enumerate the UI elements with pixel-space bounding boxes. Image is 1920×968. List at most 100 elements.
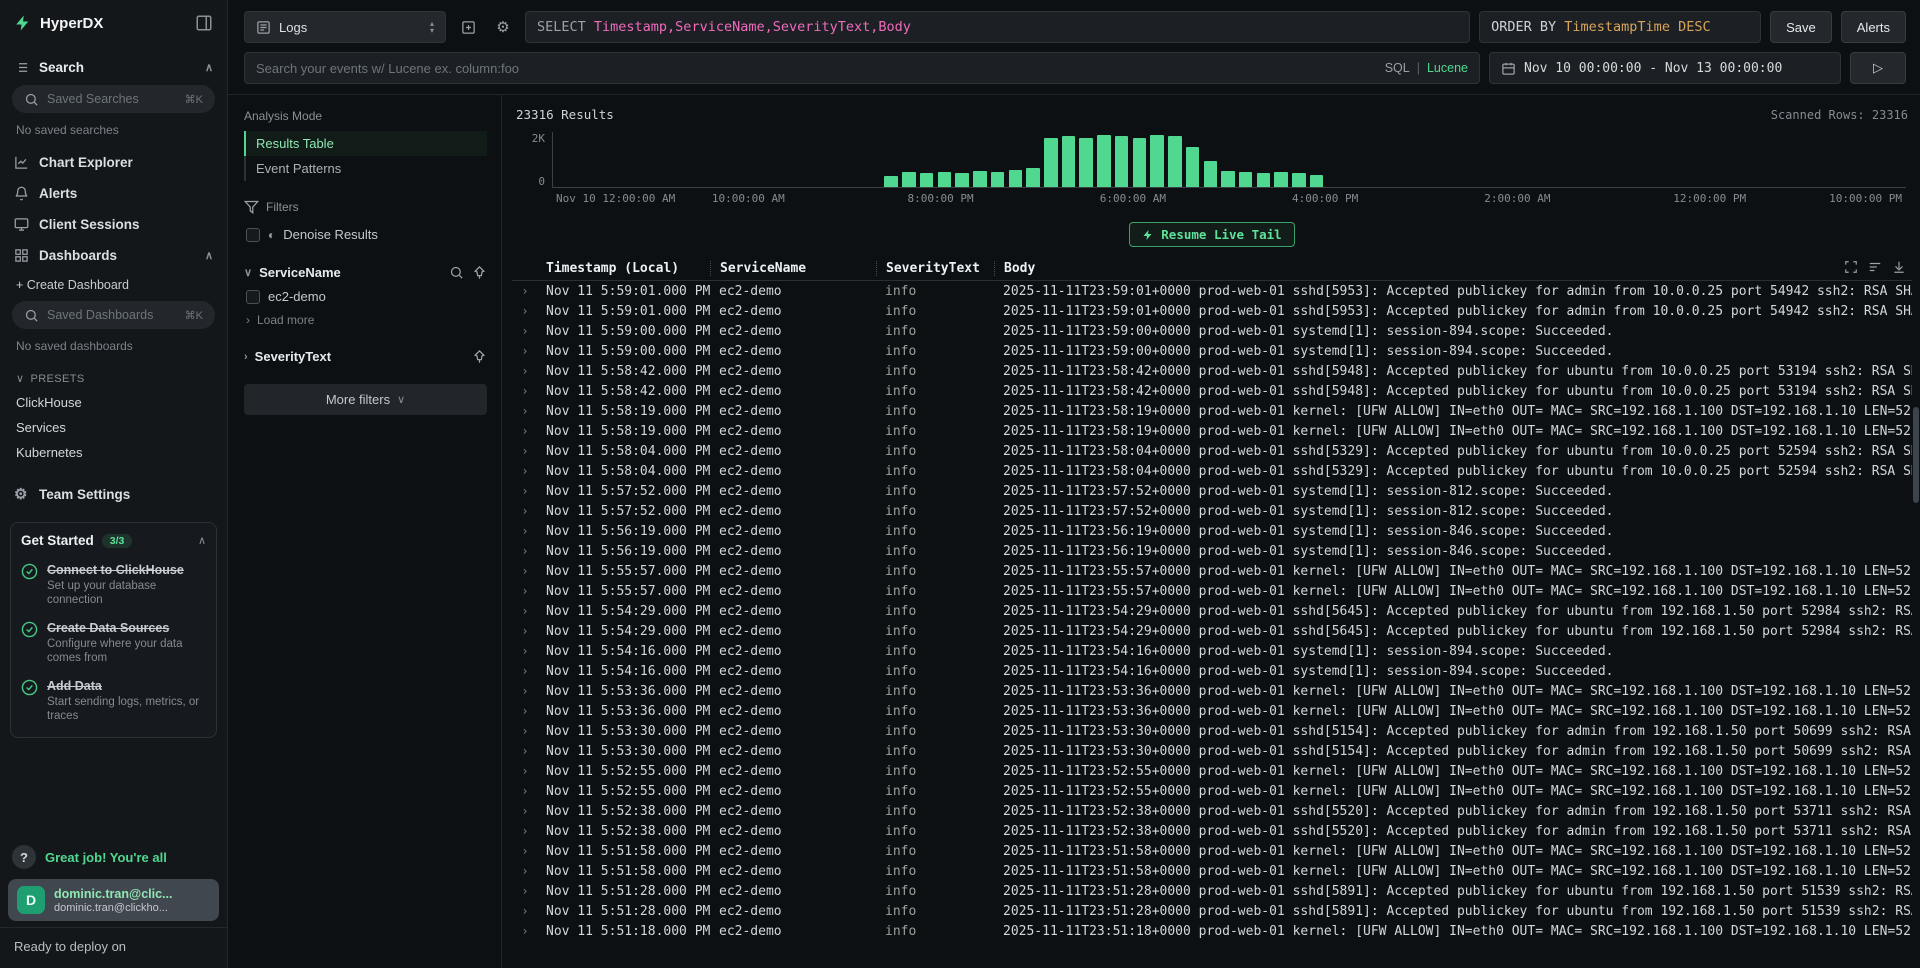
histogram-bar[interactable] — [1186, 147, 1200, 187]
row-expand-chevron[interactable]: › — [512, 604, 538, 618]
histogram-bar[interactable] — [938, 172, 952, 187]
table-row[interactable]: ›Nov 11 5:59:01.000 PMec2-demoinfo2025-1… — [512, 301, 1912, 321]
table-row[interactable]: ›Nov 11 5:52:38.000 PMec2-demoinfo2025-1… — [512, 821, 1912, 841]
scrollbar-thumb[interactable] — [1913, 407, 1919, 503]
histogram-bar[interactable] — [1204, 161, 1218, 187]
row-expand-chevron[interactable]: › — [512, 584, 538, 598]
presets-section-toggle[interactable]: ∨ PRESETS — [0, 363, 227, 390]
row-expand-chevron[interactable]: › — [512, 644, 538, 658]
sidebar-item-team-settings[interactable]: ⚙ Team Settings — [0, 479, 227, 510]
row-expand-chevron[interactable]: › — [512, 484, 538, 498]
table-row[interactable]: ›Nov 11 5:58:42.000 PMec2-demoinfo2025-1… — [512, 381, 1912, 401]
row-expand-chevron[interactable]: › — [512, 524, 538, 538]
mode-event-patterns[interactable]: Event Patterns — [244, 156, 487, 181]
chevron-up-icon[interactable]: ∧ — [205, 249, 213, 262]
table-row[interactable]: ›Nov 11 5:53:36.000 PMec2-demoinfo2025-1… — [512, 681, 1912, 701]
table-row[interactable]: ›Nov 11 5:53:30.000 PMec2-demoinfo2025-1… — [512, 721, 1912, 741]
row-expand-chevron[interactable]: › — [512, 544, 538, 558]
row-expand-chevron[interactable]: › — [512, 464, 538, 478]
table-row[interactable]: ›Nov 11 5:54:16.000 PMec2-demoinfo2025-1… — [512, 641, 1912, 661]
table-row[interactable]: ›Nov 11 5:51:58.000 PMec2-demoinfo2025-1… — [512, 861, 1912, 881]
table-row[interactable]: ›Nov 11 5:54:16.000 PMec2-demoinfo2025-1… — [512, 661, 1912, 681]
table-row[interactable]: ›Nov 11 5:52:55.000 PMec2-demoinfo2025-1… — [512, 761, 1912, 781]
sidebar-item-clickhouse[interactable]: ClickHouse — [0, 390, 227, 415]
expand-table-icon[interactable] — [1844, 260, 1858, 274]
histogram-bar[interactable] — [955, 173, 969, 187]
row-expand-chevron[interactable]: › — [512, 624, 538, 638]
row-expand-chevron[interactable]: › — [512, 704, 538, 718]
sidebar-item-dashboards[interactable]: Dashboards ∧ — [0, 240, 227, 271]
row-expand-chevron[interactable]: › — [512, 824, 538, 838]
histogram-bar[interactable] — [1310, 175, 1324, 187]
histogram-bar[interactable] — [884, 176, 898, 187]
table-row[interactable]: ›Nov 11 5:52:55.000 PMec2-demoinfo2025-1… — [512, 781, 1912, 801]
saved-dashboards-input[interactable]: Saved Dashboards ⌘K — [12, 301, 215, 329]
table-row[interactable]: ›Nov 11 5:55:57.000 PMec2-demoinfo2025-1… — [512, 581, 1912, 601]
row-expand-chevron[interactable]: › — [512, 784, 538, 798]
row-expand-chevron[interactable]: › — [512, 884, 538, 898]
row-expand-chevron[interactable]: › — [512, 564, 538, 578]
column-header-body[interactable]: Body — [994, 261, 1912, 276]
search-icon[interactable] — [449, 265, 464, 280]
column-header-servicename[interactable]: ServiceName — [710, 261, 876, 276]
table-row[interactable]: ›Nov 11 5:54:29.000 PMec2-demoinfo2025-1… — [512, 601, 1912, 621]
table-scrollbar[interactable] — [1912, 391, 1920, 962]
histogram-bar[interactable] — [1097, 135, 1111, 187]
more-filters-button[interactable]: More filters ∨ — [244, 384, 487, 415]
source-settings-gear-icon[interactable]: ⚙ — [490, 11, 516, 43]
sidebar-item-search[interactable]: Search ∧ — [0, 50, 227, 83]
row-expand-chevron[interactable]: › — [512, 684, 538, 698]
histogram-bar[interactable] — [1150, 135, 1164, 187]
create-dashboard-button[interactable]: + Create Dashboard — [0, 271, 227, 299]
load-more-button[interactable]: › Load more — [244, 309, 487, 331]
histogram-bar[interactable] — [1221, 171, 1235, 188]
table-options-icon[interactable] — [1868, 260, 1882, 274]
row-expand-chevron[interactable]: › — [512, 384, 538, 398]
histogram-bar[interactable] — [1257, 173, 1271, 187]
histogram-bar[interactable] — [1115, 136, 1129, 187]
histogram-plot[interactable] — [552, 132, 1906, 188]
add-source-button[interactable] — [455, 11, 481, 43]
download-icon[interactable] — [1892, 260, 1906, 274]
histogram-bar[interactable] — [1079, 138, 1093, 188]
denoise-results-checkbox-row[interactable]: ◐ Denoise Results — [244, 222, 487, 247]
table-row[interactable]: ›Nov 11 5:57:52.000 PMec2-demoinfo2025-1… — [512, 481, 1912, 501]
histogram-bar[interactable] — [973, 171, 987, 187]
histogram-bar[interactable] — [1009, 170, 1023, 187]
sql-select-input[interactable]: SELECT Timestamp,ServiceName,SeverityTex… — [525, 11, 1470, 43]
row-expand-chevron[interactable]: › — [512, 744, 538, 758]
histogram-bar[interactable] — [902, 172, 916, 187]
pin-icon[interactable] — [472, 265, 487, 280]
table-row[interactable]: ›Nov 11 5:59:01.000 PMec2-demoinfo2025-1… — [512, 281, 1912, 301]
filter-group-servicename[interactable]: ∨ ServiceName — [244, 261, 487, 284]
row-expand-chevron[interactable]: › — [512, 344, 538, 358]
row-expand-chevron[interactable]: › — [512, 724, 538, 738]
table-row[interactable]: ›Nov 11 5:58:04.000 PMec2-demoinfo2025-1… — [512, 441, 1912, 461]
table-row[interactable]: ›Nov 11 5:51:28.000 PMec2-demoinfo2025-1… — [512, 901, 1912, 921]
row-expand-chevron[interactable]: › — [512, 364, 538, 378]
histogram-bar[interactable] — [920, 173, 934, 187]
table-row[interactable]: ›Nov 11 5:54:29.000 PMec2-demoinfo2025-1… — [512, 621, 1912, 641]
histogram-bar[interactable] — [1239, 172, 1253, 187]
sidebar-collapse-icon[interactable] — [195, 14, 213, 32]
row-expand-chevron[interactable]: › — [512, 844, 538, 858]
table-row[interactable]: ›Nov 11 5:58:19.000 PMec2-demoinfo2025-1… — [512, 401, 1912, 421]
lucene-mode-button[interactable]: Lucene — [1427, 61, 1468, 75]
table-row[interactable]: ›Nov 11 5:57:52.000 PMec2-demoinfo2025-1… — [512, 501, 1912, 521]
sidebar-item-kubernetes[interactable]: Kubernetes — [0, 440, 227, 465]
histogram-bar[interactable] — [1292, 173, 1306, 187]
histogram-bar[interactable] — [1044, 138, 1058, 188]
histogram-bar[interactable] — [1168, 136, 1182, 187]
sidebar-item-services[interactable]: Services — [0, 415, 227, 440]
row-expand-chevron[interactable]: › — [512, 284, 538, 298]
table-row[interactable]: ›Nov 11 5:58:04.000 PMec2-demoinfo2025-1… — [512, 461, 1912, 481]
row-expand-chevron[interactable]: › — [512, 804, 538, 818]
chevron-up-icon[interactable]: ∧ — [205, 61, 213, 74]
table-row[interactable]: ›Nov 11 5:58:42.000 PMec2-demoinfo2025-1… — [512, 361, 1912, 381]
filter-value-ec2-demo[interactable]: ec2-demo — [244, 284, 487, 309]
get-started-item-add-data[interactable]: Add Data Start sending logs, metrics, or… — [21, 672, 206, 730]
save-button[interactable]: Save — [1770, 11, 1832, 43]
table-row[interactable]: ›Nov 11 5:51:58.000 PMec2-demoinfo2025-1… — [512, 841, 1912, 861]
denoise-checkbox[interactable] — [246, 228, 260, 242]
filter-group-severitytext[interactable]: › SeverityText — [244, 345, 487, 368]
